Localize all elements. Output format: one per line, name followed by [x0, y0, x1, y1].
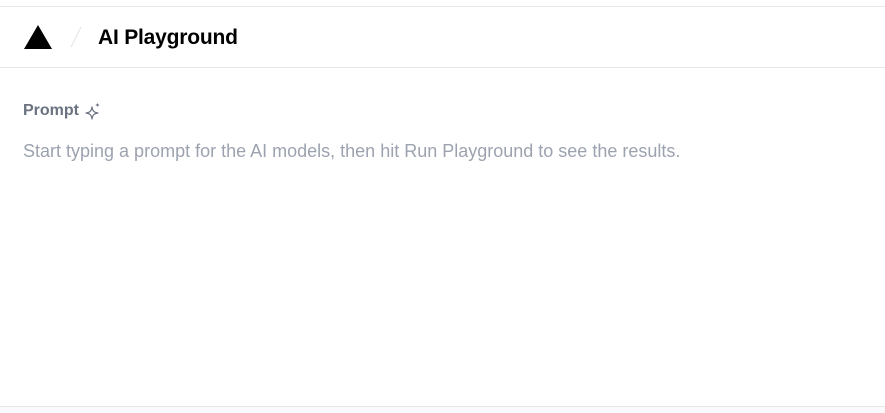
prompt-section: Prompt — [23, 68, 863, 406]
vercel-triangle-icon[interactable] — [23, 24, 53, 50]
sparkle-icon — [84, 101, 102, 121]
slash-separator-icon — [69, 26, 83, 48]
prompt-label-row: Prompt — [23, 100, 102, 122]
app-header: AI Playground — [0, 7, 885, 68]
page-title: AI Playground — [98, 25, 238, 49]
app-window: AI Playground Prompt — [0, 0, 885, 413]
prompt-label: Prompt — [23, 102, 79, 119]
bottom-divider — [0, 406, 885, 413]
prompt-input[interactable] — [23, 139, 863, 379]
